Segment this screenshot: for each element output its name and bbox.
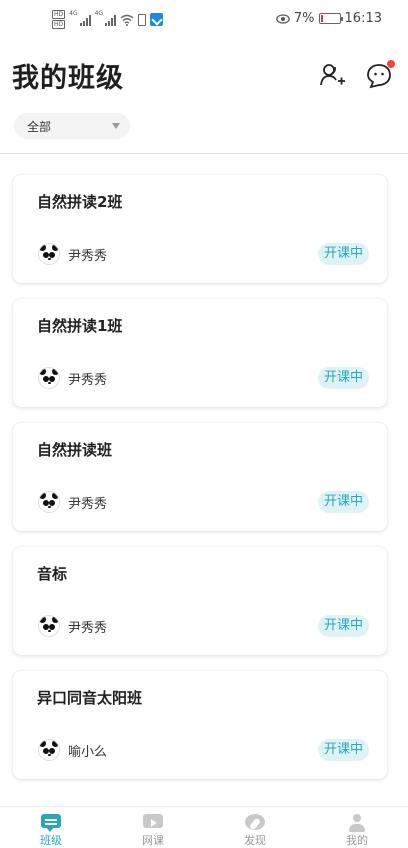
status-badge: 开课中 bbox=[317, 739, 369, 761]
message-button[interactable] bbox=[365, 60, 395, 90]
nav-item-discover[interactable]: 发现 bbox=[204, 807, 306, 848]
teacher-avatar bbox=[38, 243, 60, 265]
filter-dropdown[interactable]: 全部 bbox=[14, 113, 130, 139]
teacher-name: 尹秀秀 bbox=[68, 372, 108, 388]
teacher-name: 喻小么 bbox=[68, 744, 108, 760]
filter-label: 全部 bbox=[27, 119, 52, 134]
teacher-info: 喻小么 bbox=[38, 739, 107, 761]
teacher-name: 尹秀秀 bbox=[68, 620, 108, 636]
user-icon bbox=[348, 814, 366, 832]
network-type: 4G bbox=[94, 10, 104, 17]
status-badge: 开课中 bbox=[317, 491, 369, 513]
page-title: 我的班级 bbox=[12, 63, 124, 94]
app-notification-icon bbox=[150, 13, 164, 26]
signal-icon bbox=[105, 14, 117, 26]
bottom-nav: 班级 网课 发现 我的 bbox=[0, 806, 408, 848]
class-card[interactable]: 自然拼读2班 尹秀秀 开课中 bbox=[13, 175, 387, 283]
teacher-name: 尹秀秀 bbox=[68, 496, 108, 512]
nav-item-classes[interactable]: 班级 bbox=[0, 807, 102, 848]
nav-label: 我的 bbox=[346, 834, 368, 847]
class-name: 自然拼读1班 bbox=[37, 317, 123, 335]
teacher-avatar bbox=[38, 367, 60, 389]
nav-item-online-courses[interactable]: 网课 bbox=[102, 807, 204, 848]
class-name: 自然拼读班 bbox=[37, 441, 113, 459]
divider bbox=[0, 153, 408, 154]
class-name: 自然拼读2班 bbox=[37, 193, 123, 211]
class-card[interactable]: 异口同音太阳班 喻小么 开课中 bbox=[13, 671, 387, 779]
class-card[interactable]: 自然拼读1班 尹秀秀 开课中 bbox=[13, 299, 387, 407]
chat-icon bbox=[41, 814, 61, 832]
nav-item-mine[interactable]: 我的 bbox=[306, 807, 408, 848]
teacher-info: 尹秀秀 bbox=[38, 615, 107, 637]
class-name: 异口同音太阳班 bbox=[37, 689, 143, 707]
class-card[interactable]: 音标 尹秀秀 开课中 bbox=[13, 547, 387, 655]
nav-label: 网课 bbox=[142, 834, 164, 847]
notification-dot bbox=[387, 60, 395, 68]
status-bar: HD HD 4G 4G 7% 16:13 bbox=[0, 0, 408, 38]
caret-down-icon bbox=[112, 123, 120, 129]
video-icon bbox=[143, 814, 163, 828]
wifi-icon bbox=[120, 14, 134, 26]
teacher-info: 尹秀秀 bbox=[38, 491, 107, 513]
status-left: HD HD 4G 4G bbox=[52, 10, 164, 29]
clock: 16:13 bbox=[344, 11, 382, 26]
nav-label: 发现 bbox=[244, 834, 266, 847]
compass-icon bbox=[245, 814, 265, 830]
teacher-avatar bbox=[38, 739, 60, 761]
teacher-name: 尹秀秀 bbox=[68, 248, 108, 264]
signal-icon bbox=[79, 14, 91, 26]
status-badge: 开课中 bbox=[317, 367, 369, 389]
battery-icon bbox=[318, 13, 343, 24]
add-user-button[interactable] bbox=[318, 62, 346, 90]
sim-icon bbox=[138, 13, 147, 26]
network-type: 4G bbox=[69, 10, 78, 17]
class-name: 音标 bbox=[37, 565, 68, 583]
status-badge: 开课中 bbox=[317, 615, 369, 637]
hd-badge: HD bbox=[52, 20, 66, 29]
battery-percent: 7% bbox=[293, 11, 315, 26]
hd-badge: HD bbox=[52, 10, 66, 19]
status-right: 7% 16:13 bbox=[276, 11, 382, 26]
teacher-avatar bbox=[38, 615, 60, 637]
class-card[interactable]: 自然拼读班 尹秀秀 开课中 bbox=[13, 423, 387, 531]
nav-label: 班级 bbox=[40, 834, 62, 847]
status-badge: 开课中 bbox=[317, 243, 369, 265]
teacher-avatar bbox=[38, 491, 60, 513]
add-user-icon bbox=[320, 64, 345, 86]
teacher-info: 尹秀秀 bbox=[38, 243, 107, 265]
eye-icon bbox=[276, 13, 290, 24]
teacher-info: 尹秀秀 bbox=[38, 367, 107, 389]
